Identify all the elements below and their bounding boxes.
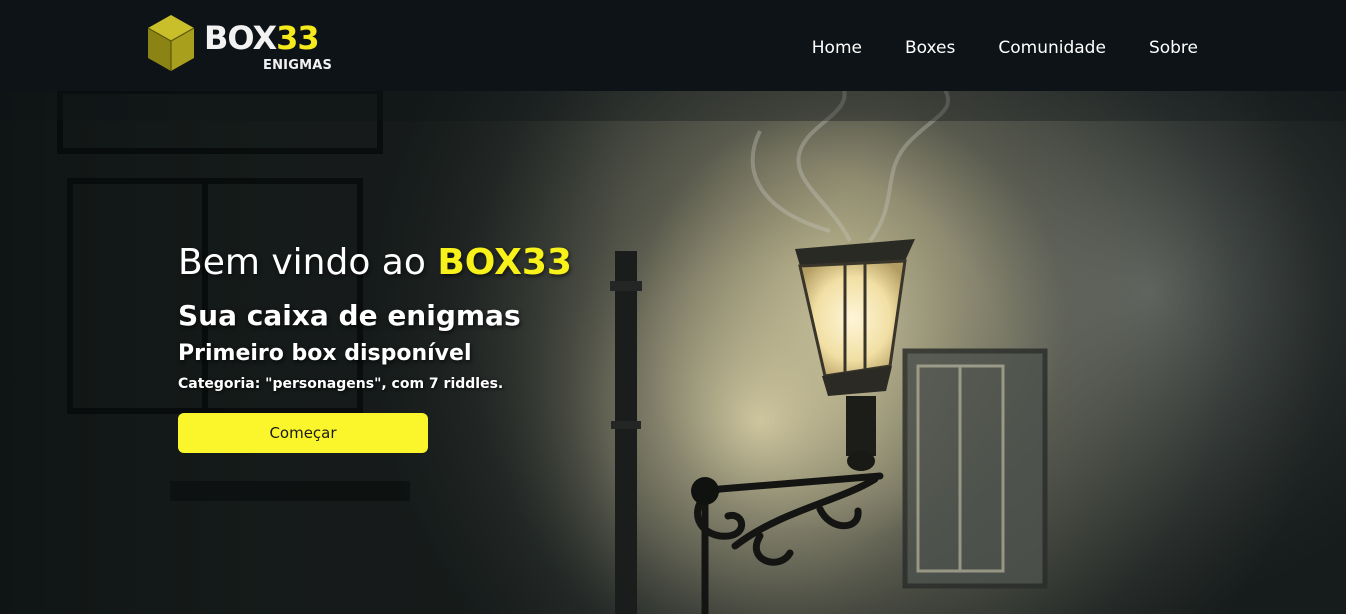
main-nav: Home Boxes Comunidade Sobre xyxy=(812,36,1198,60)
hero-announcement: Primeiro box disponível xyxy=(178,341,472,366)
brand-logo[interactable]: BOX33 ENIGMAS xyxy=(146,13,346,75)
nav-comunidade[interactable]: Comunidade xyxy=(998,36,1106,60)
nav-home[interactable]: Home xyxy=(812,36,862,60)
hero-subtitle: Sua caixa de enigmas xyxy=(178,299,521,332)
top-navbar: BOX33 ENIGMAS Home Boxes Comunidade Sobr… xyxy=(0,0,1346,91)
logo-wordmark: BOX33 xyxy=(204,18,320,58)
hero-title: Bem vindo ao BOX33 xyxy=(178,241,572,285)
logo-subtitle: ENIGMAS xyxy=(263,58,333,73)
hero-section: Bem vindo ao BOX33 Sua caixa de enigmas … xyxy=(0,91,1346,614)
nav-sobre[interactable]: Sobre xyxy=(1149,36,1198,60)
logo-word-number: 33 xyxy=(276,19,320,57)
nav-boxes[interactable]: Boxes xyxy=(905,36,955,60)
hero-title-prefix: Bem vindo ao xyxy=(178,242,438,283)
start-button[interactable]: Começar xyxy=(178,413,428,453)
cube-logo-icon xyxy=(147,15,195,71)
hero-title-brand: BOX33 xyxy=(437,242,572,283)
hero-content: Bem vindo ao BOX33 Sua caixa de enigmas … xyxy=(178,241,572,453)
hero-category-text: Categoria: "personagens", com 7 riddles. xyxy=(178,376,504,392)
logo-word-box: BOX xyxy=(204,19,277,57)
